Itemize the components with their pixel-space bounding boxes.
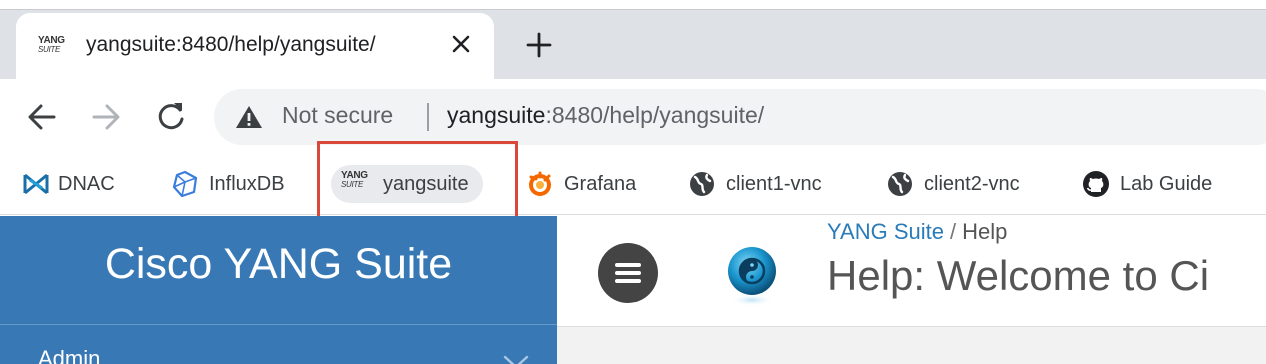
window-top-edge — [0, 0, 1266, 10]
tab-title: yangsuite:8480/help/yangsuite/ — [86, 33, 376, 56]
globe-icon — [688, 170, 716, 198]
security-status-label[interactable]: Not secure — [282, 102, 393, 129]
breadcrumb-home-link[interactable]: YANG Suite — [827, 219, 944, 244]
sidebar: Cisco YANG Suite Admin — [0, 216, 557, 364]
close-icon[interactable] — [448, 31, 474, 57]
url-text[interactable]: yangsuite:8480/help/yangsuite/ — [447, 102, 764, 129]
yangsuite-favicon-icon: YANG SUITE — [38, 35, 70, 57]
browser-tab-strip: YANG SUITE yangsuite:8480/help/yangsuite… — [0, 0, 1266, 81]
url-host: yangsuite — [447, 102, 546, 128]
back-arrow-icon[interactable] — [24, 99, 60, 135]
url-path: :8480/help/yangsuite/ — [545, 102, 765, 128]
bookmark-label: Grafana — [564, 172, 637, 195]
breadcrumb-separator: / — [949, 219, 957, 244]
menu-bar-icon — [615, 271, 641, 275]
hamburger-menu-button[interactable] — [598, 243, 658, 303]
page-title: Help: Welcome to Ci — [827, 252, 1210, 299]
yangsuite-logo-icon — [728, 247, 776, 306]
bookmark-label: Lab Guide — [1120, 172, 1213, 195]
forward-arrow-icon[interactable] — [88, 99, 124, 135]
dnac-icon — [22, 170, 50, 198]
favicon-text-bottom: SUITE — [38, 45, 61, 54]
menu-bar-icon — [615, 263, 641, 267]
menu-bar-icon — [615, 279, 641, 283]
globe-icon — [886, 170, 914, 198]
influxdb-icon — [171, 170, 199, 198]
bookmark-client2-vnc[interactable]: client2-vnc — [886, 165, 1020, 203]
address-divider — [427, 103, 429, 131]
app-brand-title[interactable]: Cisco YANG Suite — [0, 240, 557, 289]
reload-icon[interactable] — [153, 99, 189, 135]
bookmarks-bar: DNAC InfluxDB YANG SUITE yangsuite Grafa… — [0, 155, 1266, 215]
page-content-area — [557, 326, 1266, 364]
address-bar[interactable]: Not secure yangsuite:8480/help/yangsuite… — [214, 89, 1266, 145]
bookmark-influxdb[interactable]: InfluxDB — [171, 165, 285, 203]
bookmark-client1-vnc[interactable]: client1-vnc — [688, 165, 822, 203]
browser-toolbar: Not secure yangsuite:8480/help/yangsuite… — [0, 79, 1266, 155]
chevron-down-icon[interactable] — [502, 354, 530, 364]
bookmark-label: client2-vnc — [924, 172, 1020, 195]
bookmark-label: DNAC — [58, 172, 115, 195]
sidebar-item-admin[interactable]: Admin — [38, 346, 100, 364]
sidebar-divider — [0, 324, 557, 325]
warning-triangle-icon[interactable] — [234, 104, 264, 130]
breadcrumb: YANG Suite / Help — [827, 219, 1007, 245]
bookmark-dnac[interactable]: DNAC — [22, 165, 115, 203]
bookmark-lab-guide[interactable]: Lab Guide — [1082, 165, 1212, 203]
browser-tab-active[interactable]: YANG SUITE yangsuite:8480/help/yangsuite… — [16, 13, 494, 81]
new-tab-plus-icon[interactable] — [524, 30, 554, 60]
bookmark-grafana[interactable]: Grafana — [526, 165, 636, 203]
breadcrumb-current: Help — [962, 219, 1008, 244]
bookmark-label: client1-vnc — [726, 172, 822, 195]
bookmark-label: InfluxDB — [209, 172, 285, 195]
github-icon — [1082, 170, 1110, 198]
highlight-box — [317, 141, 518, 226]
page-header: YANG Suite / Help Help: Welcome to Ci — [557, 216, 1266, 326]
grafana-icon — [526, 170, 554, 198]
